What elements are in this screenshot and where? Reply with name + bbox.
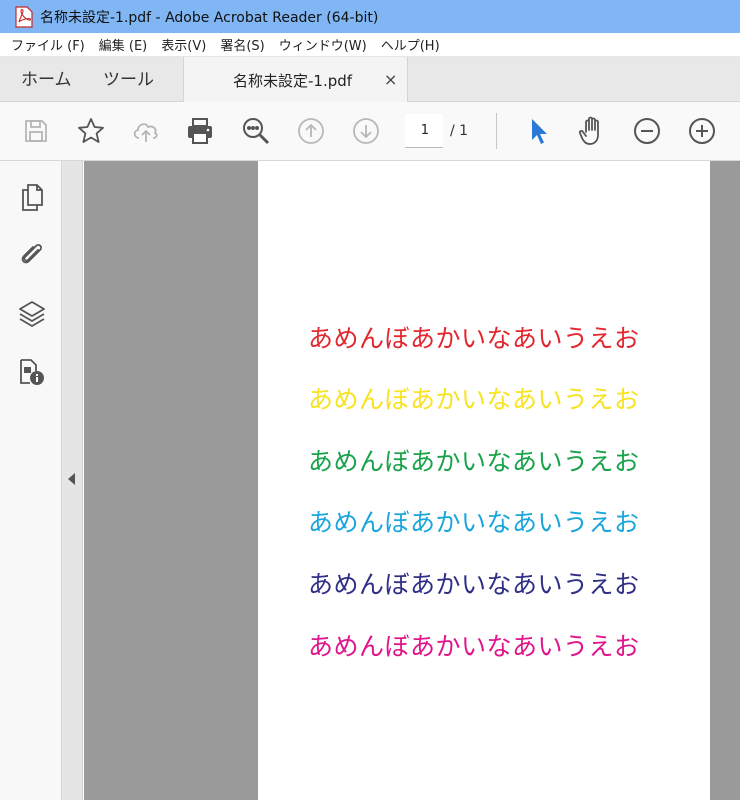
pages-icon[interactable] — [17, 182, 47, 212]
menu-help[interactable]: ヘルプ(H) — [374, 35, 447, 54]
zoom-search-icon[interactable] — [240, 115, 272, 147]
menu-window[interactable]: ウィンドウ(W) — [272, 35, 374, 54]
document-line: あめんぼあかいなあいうえお — [308, 447, 640, 476]
page-up-icon[interactable] — [295, 115, 327, 147]
acrobat-pdf-icon — [15, 5, 33, 28]
document-line: あめんぼあかいなあいうえお — [308, 632, 640, 661]
menu-file[interactable]: ファイル (F) — [4, 35, 92, 54]
zoom-in-icon[interactable] — [686, 115, 718, 147]
star-icon[interactable] — [75, 115, 107, 147]
cloud-upload-icon[interactable] — [130, 115, 162, 147]
document-line: あめんぼあかいなあいうえお — [308, 385, 640, 414]
print-icon[interactable] — [184, 115, 216, 147]
select-cursor-icon[interactable] — [522, 115, 554, 147]
page-total: / 1 — [450, 123, 469, 139]
pdf-page: あめんぼあかいなあいうえお あめんぼあかいなあいうえお あめんぼあかいなあいうえ… — [258, 161, 710, 800]
tab-document-label: 名称未設定-1.pdf — [233, 72, 353, 90]
document-info-icon[interactable] — [17, 357, 47, 387]
toolbar — [0, 102, 740, 161]
hand-icon[interactable] — [576, 115, 608, 147]
tab-bar: ホーム ツール 名称未設定-1.pdf × — [0, 57, 740, 102]
document-line: あめんぼあかいなあいうえお — [308, 570, 640, 599]
close-tab-button[interactable]: × — [384, 70, 397, 90]
document-viewport[interactable]: あめんぼあかいなあいうえお あめんぼあかいなあいうえお あめんぼあかいなあいうえ… — [84, 161, 740, 800]
zoom-out-icon[interactable] — [631, 115, 663, 147]
tab-document[interactable]: 名称未設定-1.pdf × — [183, 57, 408, 102]
save-icon[interactable] — [20, 115, 52, 147]
window-title: 名称未設定-1.pdf - Adobe Acrobat Reader (64-b… — [40, 9, 379, 26]
toolbar-divider — [496, 113, 497, 149]
menu-bar: ファイル (F) 編集 (E) 表示(V) 署名(S) ウィンドウ(W) ヘルプ… — [0, 33, 740, 57]
page-down-icon[interactable] — [350, 115, 382, 147]
document-line: あめんぼあかいなあいうえお — [308, 508, 640, 537]
tab-home[interactable]: ホーム — [21, 57, 72, 101]
title-bar: 名称未設定-1.pdf - Adobe Acrobat Reader (64-b… — [0, 0, 740, 33]
page-number-input[interactable]: 1 — [405, 114, 443, 148]
attachment-icon[interactable] — [17, 239, 47, 269]
menu-sign[interactable]: 署名(S) — [213, 35, 271, 54]
menu-view[interactable]: 表示(V) — [154, 35, 213, 54]
left-navigation-rail — [0, 161, 62, 800]
menu-edit[interactable]: 編集 (E) — [92, 35, 155, 54]
layers-icon[interactable] — [17, 298, 47, 328]
collapse-arrow-icon — [68, 473, 75, 485]
sidebar-collapse-handle[interactable] — [62, 161, 83, 800]
tab-tools[interactable]: ツール — [103, 57, 154, 101]
document-line: あめんぼあかいなあいうえお — [308, 324, 640, 353]
